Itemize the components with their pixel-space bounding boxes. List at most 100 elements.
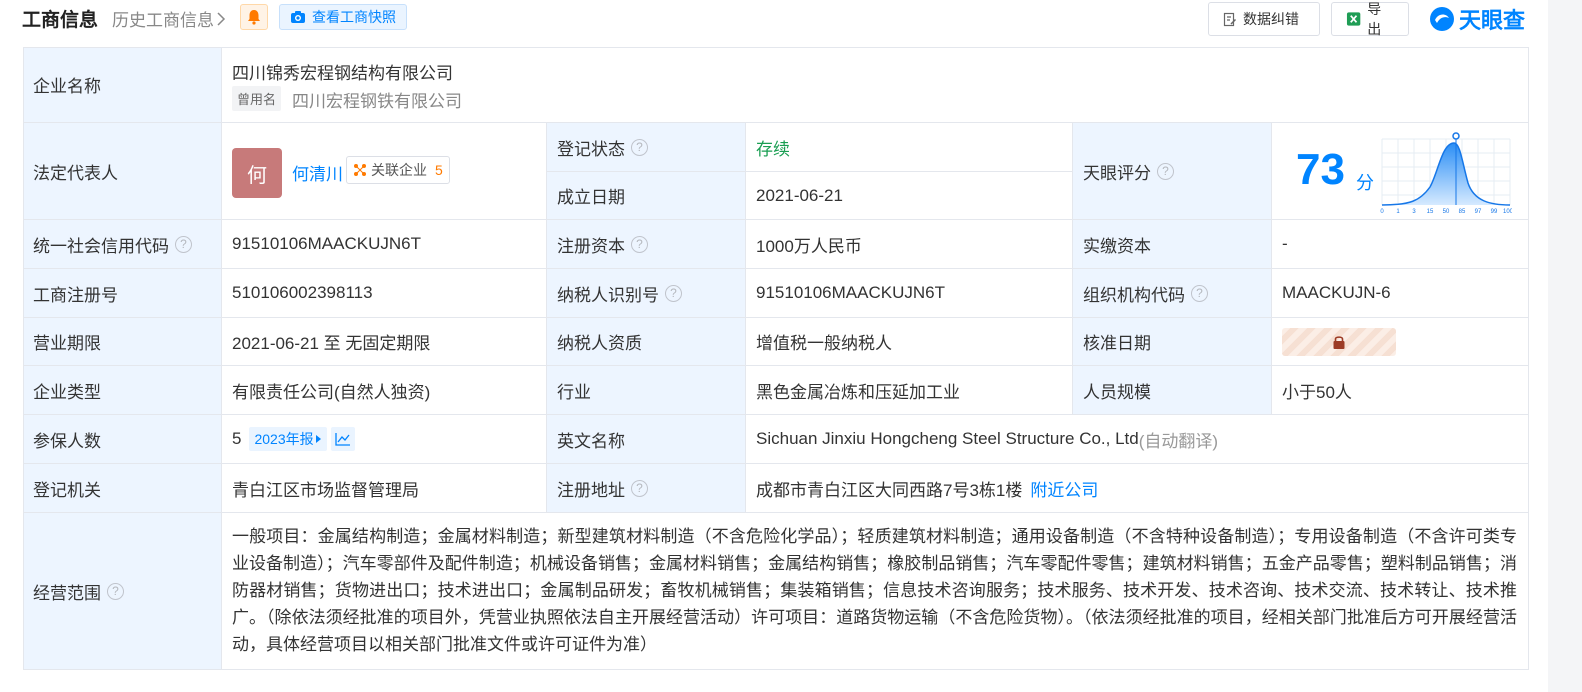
company-name-label: 企业名称 — [23, 47, 222, 123]
credit-code-label-text: 统一社会信用代码 — [33, 236, 169, 256]
address-value: 成都市青白江区大同西路7号3栋1楼 — [756, 480, 1023, 500]
score-unit: 分 — [1356, 173, 1374, 193]
excel-icon — [1346, 12, 1361, 26]
locked-value-box[interactable] — [1282, 327, 1396, 356]
reg-no-label: 工商注册号 — [23, 269, 222, 318]
taxpayer-id-value: 91510106MAACKUJN6T — [746, 269, 1073, 318]
found-date-value: 2021-06-21 — [746, 172, 1073, 220]
score-axis-tick: 50 — [1443, 209, 1450, 215]
scope-cell: 一般项目：金属结构制造；金属材料制造；新型建筑材料制造（不含危险化学品）；轻质建… — [222, 513, 1529, 670]
help-icon[interactable]: ? — [107, 582, 124, 600]
term-label: 营业期限 — [23, 318, 222, 366]
reg-status-label-text: 登记状态 — [557, 139, 625, 159]
scope-label: 经营范围? — [23, 513, 222, 670]
reg-status-value: 存续 — [746, 123, 1073, 172]
help-icon[interactable]: ? — [631, 479, 648, 497]
industry-label: 行业 — [547, 366, 746, 415]
reg-capital-label-text: 注册资本 — [557, 236, 625, 256]
score-axis-tick: 1 — [1396, 209, 1400, 215]
info-table: 企业名称 四川锦秀宏程钢结构有限公司 曾用名 四川宏程钢铁有限公司 法定代表人 … — [23, 47, 1529, 670]
camera-icon — [291, 11, 305, 23]
paid-capital-value: - — [1272, 220, 1529, 269]
network-icon — [354, 164, 366, 176]
company-name-cell: 四川锦秀宏程钢结构有限公司 曾用名 四川宏程钢铁有限公司 — [222, 47, 1529, 123]
english-name-value: Sichuan Jinxiu Hongcheng Steel Structure… — [756, 429, 1139, 448]
reg-status-label: 登记状态? — [547, 123, 746, 172]
history-link[interactable]: 历史工商信息 — [112, 6, 226, 31]
data-correction-label: 数据纠错 — [1243, 11, 1299, 27]
export-button[interactable]: 导出 — [1331, 1, 1409, 37]
found-date-label: 成立日期 — [547, 172, 746, 220]
legal-rep-label: 法定代表人 — [23, 123, 222, 220]
reg-no-value: 510106002398113 — [222, 269, 547, 318]
help-icon[interactable]: ? — [175, 235, 192, 253]
score-axis-tick: 100 — [1503, 209, 1512, 215]
help-icon[interactable]: ? — [665, 284, 682, 302]
company-name: 四川锦秀宏程钢结构有限公司 — [232, 64, 453, 83]
reg-capital-value: 1000万人民币 — [746, 220, 1073, 269]
monitor-bell-button[interactable] — [240, 4, 268, 30]
insured-label: 参保人数 — [23, 415, 222, 464]
approve-date-cell — [1272, 318, 1529, 366]
score-value: 73 — [1296, 145, 1345, 194]
company-type-label: 企业类型 — [23, 366, 222, 415]
view-snapshot-button[interactable]: 查看工商快照 — [279, 4, 407, 30]
tianyancha-logo-icon — [1430, 7, 1454, 31]
credit-code-label: 统一社会信用代码? — [23, 220, 222, 269]
nearby-companies-link[interactable]: 附近公司 — [1030, 476, 1098, 501]
help-icon[interactable]: ? — [1157, 162, 1174, 180]
auto-translate-note: (自动翻译) — [1138, 431, 1219, 451]
business-info-panel: 工商信息 历史工商信息 查看工商快照 数据纠错 导出 天眼查 企业名称 四川锦秀… — [0, 0, 1548, 692]
section-title: 工商信息 — [22, 10, 99, 31]
insured-cell: 5 2023年报 — [222, 415, 547, 464]
former-name: 四川宏程钢铁有限公司 — [292, 92, 462, 111]
related-companies-count: 5 — [435, 162, 443, 178]
related-companies-tag[interactable]: 关联企业 5 — [346, 156, 450, 184]
view-snapshot-label: 查看工商快照 — [312, 9, 396, 25]
score-cell[interactable]: 73 分 0 1 3 15 50 85 97 99 100 — [1272, 123, 1529, 220]
address-label: 注册地址? — [547, 464, 746, 513]
section-header: 工商信息 历史工商信息 查看工商快照 数据纠错 导出 天眼查 — [0, 0, 1548, 38]
legal-rep-cell: 何 何清川 关联企业 5 — [222, 123, 547, 220]
former-name-tag: 曾用名 — [232, 86, 282, 111]
legal-rep-name[interactable]: 何清川 — [292, 160, 343, 185]
score-axis-tick: 85 — [1459, 209, 1466, 215]
org-code-label: 组织机构代码? — [1073, 269, 1272, 318]
score-axis-tick: 99 — [1491, 209, 1498, 215]
edit-doc-icon — [1223, 12, 1237, 26]
caret-right-icon — [315, 435, 321, 443]
taxpayer-qual-value: 增值税一般纳税人 — [746, 318, 1073, 366]
reg-capital-label: 注册资本? — [547, 220, 746, 269]
taxpayer-qual-label: 纳税人资质 — [547, 318, 746, 366]
score-label-text: 天眼评分 — [1083, 163, 1151, 183]
score-axis-tick: 15 — [1427, 209, 1434, 215]
data-correction-button[interactable]: 数据纠错 — [1208, 2, 1320, 36]
help-icon[interactable]: ? — [1191, 284, 1208, 302]
address-label-text: 注册地址 — [557, 480, 625, 500]
help-icon[interactable]: ? — [631, 235, 648, 253]
term-value: 2021-06-21 至 无固定期限 — [222, 318, 547, 366]
address-cell: 成都市青白江区大同西路7号3栋1楼 附近公司 — [746, 464, 1529, 513]
line-chart-icon — [334, 433, 350, 446]
taxpayer-id-label: 纳税人识别号? — [547, 269, 746, 318]
avatar[interactable]: 何 — [232, 148, 282, 198]
bell-icon — [248, 10, 260, 25]
authority-value: 青白江区市场监督管理局 — [222, 464, 547, 513]
annual-report-tag[interactable]: 2023年报 — [249, 427, 327, 451]
insured-value: 5 — [232, 429, 242, 448]
score-axis-tick: 3 — [1412, 209, 1416, 215]
paid-capital-label: 实缴资本 — [1073, 220, 1272, 269]
chevron-right-icon — [217, 11, 226, 26]
scope-value: 一般项目：金属结构制造；金属材料制造；新型建筑材料制造（不含危险化学品）；轻质建… — [232, 527, 1517, 654]
help-icon[interactable]: ? — [631, 138, 648, 156]
score-axis-tick: 0 — [1380, 209, 1384, 215]
company-type-value: 有限责任公司(自然人独资) — [222, 366, 547, 415]
related-companies-label: 关联企业 — [371, 162, 427, 178]
org-code-value: MAACKUJN-6 — [1272, 269, 1529, 318]
industry-value: 黑色金属冶炼和压延加工业 — [746, 366, 1073, 415]
english-name-cell: Sichuan Jinxiu Hongcheng Steel Structure… — [746, 415, 1529, 464]
tianyancha-logo: 天眼查 — [1429, 3, 1525, 35]
authority-label: 登记机关 — [23, 464, 222, 513]
scope-label-text: 经营范围 — [33, 583, 101, 603]
trend-chart-button[interactable] — [330, 427, 355, 451]
